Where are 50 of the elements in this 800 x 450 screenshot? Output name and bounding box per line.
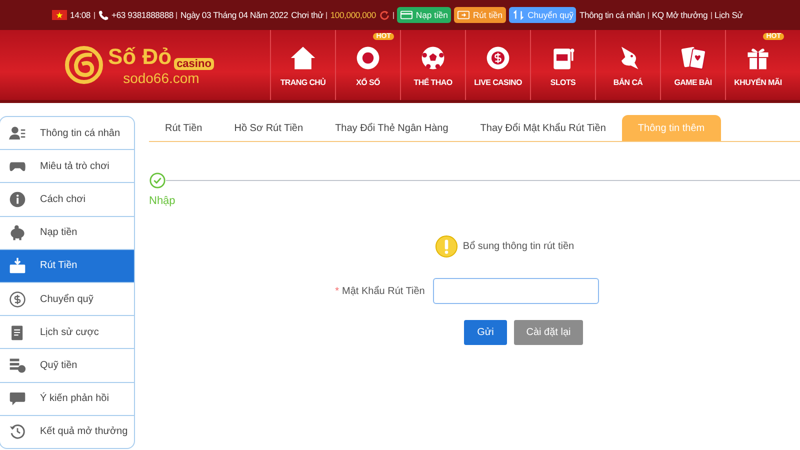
piggy-bank-icon [9, 224, 26, 242]
tab[interactable]: Rút Tiền [149, 115, 218, 141]
refresh-icon[interactable] [378, 10, 390, 20]
demo-label: Chơi thử [291, 10, 324, 20]
field-label: Mật Khẩu Rút Tiền [342, 286, 425, 296]
logo-tag: casino [174, 58, 214, 70]
sidebar-item[interactable]: Chuyển quỹ [0, 283, 134, 316]
history-icon [9, 423, 26, 440]
sidebar-item[interactable]: Rút Tiền [0, 250, 134, 284]
nav-item[interactable]: LIVE CASINO [465, 30, 530, 100]
flag-icon [52, 10, 67, 20]
card-icon [400, 10, 413, 20]
speech-bubble-icon [9, 390, 26, 408]
sidebar-item[interactable]: Miêu tả trò chơi [0, 150, 134, 184]
phone-icon [98, 10, 109, 20]
tab[interactable]: Thay Đổi Thẻ Ngân Hàng [319, 115, 464, 141]
logo-name: Số Đỏ [108, 44, 172, 70]
cash-withdraw-icon [9, 257, 26, 274]
top-link[interactable]: Lịch Sử [714, 10, 743, 20]
nav-item[interactable]: BẮN CÁ [595, 30, 660, 100]
tab[interactable]: Hồ Sơ Rút Tiền [218, 115, 320, 141]
sidebar-item[interactable]: Thông tin cá nhân [0, 117, 134, 150]
sidebar-item[interactable]: Ý kiến phản hồi [0, 382, 134, 416]
sidebar-item[interactable]: Kết quả mở thưởng [0, 416, 134, 448]
date-text: Ngày 03 Tháng 04 Năm 2022 [180, 10, 288, 20]
required-mark: * [335, 286, 340, 296]
clock-time: 14:08 [70, 10, 91, 20]
logo-domain: sodo66.com [123, 70, 200, 86]
top-link[interactable]: KQ Mở thưởng [652, 10, 708, 20]
notice-text: Bổ sung thông tin rút tiền [462, 241, 574, 252]
password-input-field[interactable] [432, 278, 599, 304]
sidebar-item[interactable]: Quỹ tiền [0, 349, 134, 383]
step-label: Nhập [149, 195, 176, 207]
nav-item[interactable]: SLOTS [530, 30, 595, 100]
warning-icon [434, 235, 458, 258]
user-icon [9, 124, 26, 142]
sidebar-item[interactable]: Lịch sử cược [0, 316, 134, 350]
sidebar-item[interactable]: Cách chơi [0, 183, 134, 217]
top-link[interactable]: Thông tin cá nhân [579, 10, 645, 20]
nav-item[interactable]: TRANG CHỦ [270, 30, 335, 100]
logo-emblem-icon [64, 45, 104, 85]
balance: 100,000,000 [330, 10, 376, 20]
nav-item[interactable]: GAME BÀI [660, 30, 725, 100]
tab[interactable]: Thay Đổi Mật Khẩu Rút Tiền [464, 115, 622, 141]
nav-item[interactable]: THỂ THAO [400, 30, 465, 100]
dollar-circle-icon [9, 290, 26, 308]
phone-number: +63 9381888888 [112, 10, 174, 20]
info-icon [9, 191, 26, 208]
form-button[interactable]: Gửi [464, 320, 507, 345]
swap-arrows-icon [512, 10, 525, 20]
